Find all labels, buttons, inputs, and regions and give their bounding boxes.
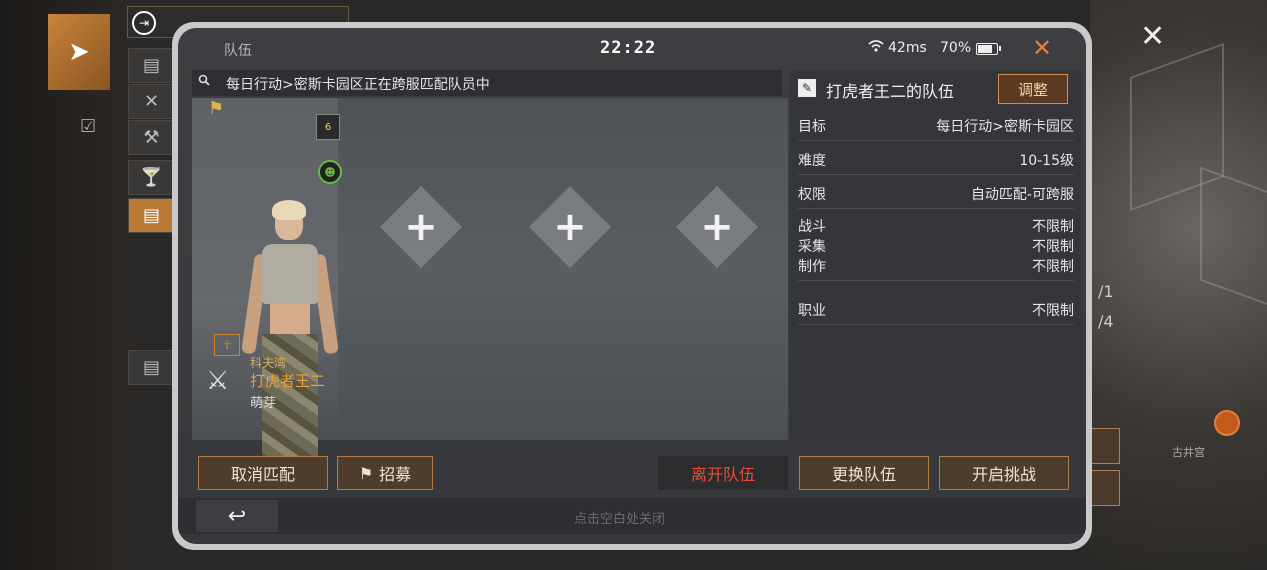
ping-value: 42ms — [888, 40, 927, 56]
info-key: 采集 — [798, 239, 826, 255]
team-info-panel: ✎ 打虎者王二的队伍 调整 目标 每日行动>密斯卡园区 难度 10-15级 权限… — [790, 70, 1082, 440]
clock: 22:22 — [600, 38, 657, 58]
map-marker-icon[interactable] — [1214, 410, 1240, 436]
info-value: 不限制 — [1032, 259, 1074, 275]
team-info-header: ✎ 打虎者王二的队伍 调整 — [790, 70, 1082, 106]
info-row-combat: 战斗 不限制 — [798, 216, 1074, 236]
start-challenge-button[interactable]: 开启挑战 — [939, 456, 1069, 490]
team-dialog-frame: 队伍 22:22 42ms 70% ✕ 每日行动>密斯卡园区正在跨服匹配队员中 — [172, 22, 1092, 550]
map-counter-1: /1 — [1098, 282, 1114, 301]
map-location-label: 古井宫 — [1172, 446, 1205, 459]
team-dialog: 队伍 22:22 42ms 70% ✕ 每日行动>密斯卡园区正在跨服匹配队员中 — [178, 28, 1086, 544]
info-row-profession: 职业 不限制 — [798, 292, 1074, 325]
info-value: 自动匹配-可跨服 — [970, 187, 1074, 203]
side-tab-document-icon[interactable]: ▤ — [128, 198, 175, 233]
team-name: 打虎者王二的队伍 — [826, 82, 955, 101]
search-icon — [198, 74, 210, 90]
info-row-difficulty: 难度 10-15级 — [798, 142, 1074, 175]
member-title: 萌芽 — [250, 396, 277, 411]
info-value: 10-15级 — [1019, 153, 1074, 169]
battery-tip — [999, 46, 1001, 51]
rank-badge: 6 — [316, 114, 340, 140]
flag-icon: ⚑ — [358, 463, 374, 483]
background-close-icon[interactable]: ✕ — [1140, 22, 1165, 52]
change-team-button[interactable]: 更换队伍 — [799, 456, 929, 490]
cancel-match-button[interactable]: 取消匹配 — [198, 456, 328, 490]
adjust-button[interactable]: 调整 — [998, 74, 1068, 104]
plus-icon[interactable]: + — [688, 198, 746, 256]
wifi-icon — [868, 40, 884, 56]
info-row-target: 目标 每日行动>密斯卡园区 — [798, 108, 1074, 141]
info-key: 目标 — [798, 119, 826, 135]
exit-icon[interactable]: ⇥ — [132, 11, 156, 35]
back-icon[interactable]: ↩ — [196, 500, 278, 532]
leader-flag-icon: ⚑ — [208, 98, 225, 119]
info-key: 难度 — [798, 153, 826, 169]
side-tab-note2-icon[interactable]: ▤ — [128, 350, 175, 385]
status-bar: 队伍 22:22 42ms 70% ✕ — [178, 28, 1086, 66]
member-guild: 科夫湾 — [250, 356, 287, 370]
info-value: 不限制 — [1032, 219, 1074, 235]
info-row-crafting: 制作 不限制 — [798, 256, 1074, 281]
member-name: 打虎者王二 — [250, 372, 326, 390]
info-row-permission: 权限 自动匹配-可跨服 — [798, 176, 1074, 209]
info-key: 制作 — [798, 259, 826, 275]
plus-icon[interactable]: + — [541, 198, 599, 256]
side-tab-note-icon[interactable]: ▤ — [128, 48, 175, 83]
close-icon[interactable]: ✕ — [1032, 34, 1052, 62]
checklist-icon[interactable]: ☑ — [80, 116, 96, 137]
class-icon: ☥ — [214, 334, 240, 356]
matching-status-bar: 每日行动>密斯卡园区正在跨服匹配队员中 — [192, 70, 782, 96]
recruit-button[interactable]: ⚑ 招募 — [337, 456, 433, 490]
info-value: 不限制 — [1032, 239, 1074, 255]
action-bar: 取消匹配 ⚑ 招募 离开队伍 更换队伍 开启挑战 — [192, 448, 1082, 496]
info-value: 不限制 — [1032, 303, 1074, 319]
online-status-icon: ☻ — [318, 160, 342, 184]
matching-status-text: 每日行动>密斯卡园区正在跨服匹配队员中 — [226, 77, 490, 93]
info-row-gathering: 采集 不限制 — [798, 236, 1074, 256]
footer-bar[interactable]: ↩ 点击空白处关闭 — [178, 498, 1086, 534]
map-counter-2: /4 — [1098, 312, 1114, 331]
plus-icon[interactable]: + — [392, 198, 450, 256]
info-key: 职业 — [798, 303, 826, 319]
map-side-button-1[interactable] — [1090, 428, 1120, 464]
network-status: 42ms — [868, 40, 927, 56]
info-key: 战斗 — [798, 219, 826, 235]
map-side-button-2[interactable] — [1090, 470, 1120, 506]
send-icon[interactable]: ➤ — [48, 14, 110, 90]
crossed-weapons-icon: ⚔ — [206, 366, 230, 396]
edit-icon[interactable]: ✎ — [798, 79, 816, 97]
battery-percent: 70% — [940, 40, 972, 56]
info-key: 权限 — [798, 187, 826, 203]
side-tab-hammer-icon[interactable]: ⚒ — [128, 120, 175, 155]
info-value: 每日行动>密斯卡园区 — [936, 119, 1074, 135]
dialog-title: 队伍 — [224, 43, 252, 59]
close-hint: 点击空白处关闭 — [574, 512, 666, 527]
side-tab-swords-icon[interactable]: ✕ — [128, 84, 175, 119]
side-tab-cocktail-icon[interactable]: 🍸 — [128, 160, 175, 195]
recruit-label: 招募 — [379, 465, 412, 484]
leave-team-button[interactable]: 离开队伍 — [658, 456, 788, 490]
battery-icon — [976, 43, 998, 55]
